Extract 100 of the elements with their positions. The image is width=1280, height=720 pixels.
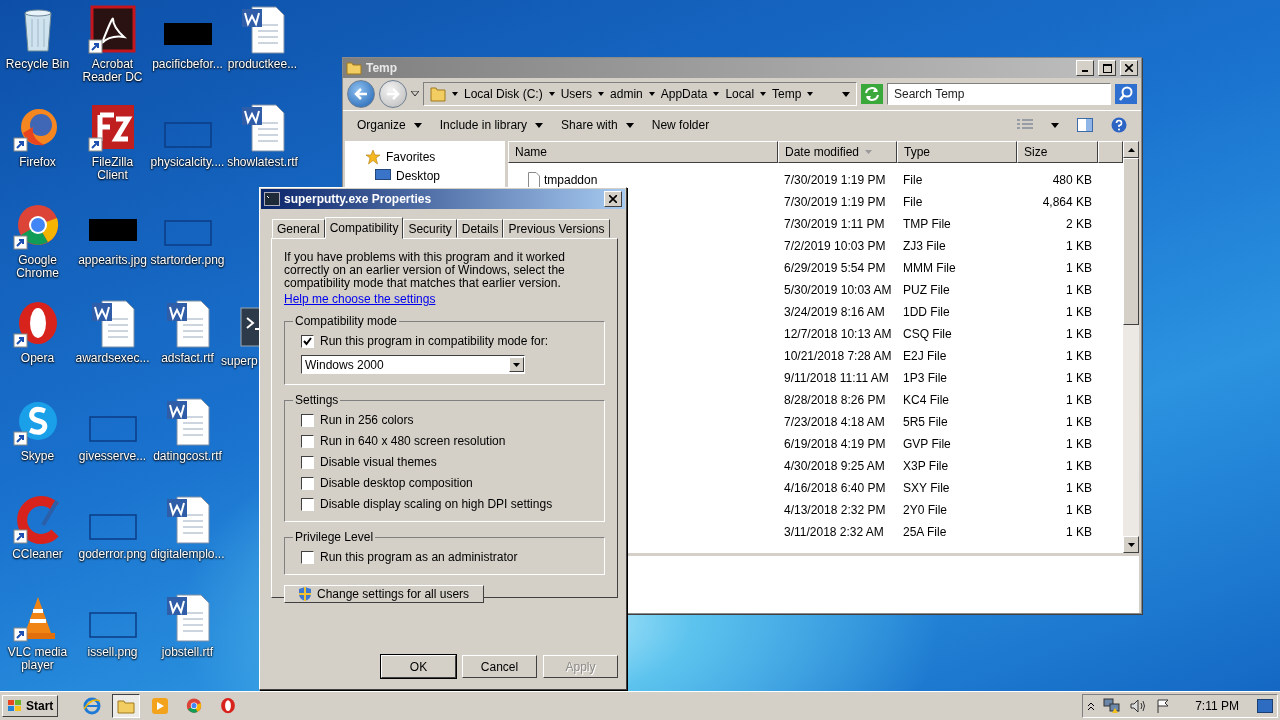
minimize-button[interactable] <box>1076 60 1094 76</box>
toolbar-button[interactable]: Organize <box>357 116 422 134</box>
desktop-icon-label[interactable]: Google Chrome <box>0 254 75 280</box>
dialog-button[interactable]: OK <box>381 655 456 678</box>
nav-item[interactable]: Desktop <box>396 169 441 183</box>
caret-down-icon[interactable] <box>1127 542 1135 547</box>
desktop-icon-label[interactable]: jobstell.rtf <box>161 646 214 659</box>
desktop-icon-label[interactable]: productkee... <box>227 58 298 71</box>
checkbox[interactable] <box>301 476 314 490</box>
toolbar-button[interactable]: New folder <box>651 116 710 134</box>
start-button[interactable]: Start <box>2 695 59 717</box>
desktop-icon-label[interactable]: issell.png <box>87 646 138 659</box>
caret-icon[interactable] <box>807 92 814 96</box>
checkbox-label[interactable]: Run in 640 x 480 screen resolution <box>320 434 506 448</box>
taskbar-button[interactable] <box>112 694 141 718</box>
preview-pane-icon[interactable] <box>1077 118 1093 132</box>
desktop-icon-label[interactable]: appearits.jpg <box>78 254 147 267</box>
checkbox-label[interactable]: Disable desktop composition <box>320 476 473 490</box>
search-field[interactable]: Search Temp <box>887 83 1111 105</box>
tab[interactable]: Previous Versions <box>503 219 610 238</box>
checkbox-label[interactable]: Run this program in compatibility mode for: <box>320 334 549 348</box>
desktop-icon-label[interactable]: VLC media player <box>0 646 75 672</box>
caret-icon[interactable] <box>842 91 850 97</box>
column-header[interactable]: Size <box>1017 141 1098 163</box>
scrollbar[interactable] <box>1123 141 1139 553</box>
checkbox-label[interactable]: Run this program as an administrator <box>320 550 518 564</box>
breadcrumb[interactable]: admin <box>610 87 643 101</box>
maximize-button[interactable] <box>1098 60 1116 76</box>
caret-icon[interactable] <box>1051 122 1059 128</box>
breadcrumb[interactable]: AppData <box>660 87 708 101</box>
breadcrumb[interactable]: Users <box>560 87 593 101</box>
file-name[interactable]: tmpaddon <box>544 173 598 187</box>
toolbar-button[interactable]: Include in library <box>439 116 544 134</box>
desktop-icon-label[interactable]: digitalemplo... <box>150 548 225 561</box>
help-icon[interactable] <box>1111 117 1127 133</box>
caret-icon[interactable] <box>648 92 655 96</box>
caret-icon[interactable] <box>598 92 605 96</box>
change-settings-button[interactable]: Change settings for all users <box>284 585 485 603</box>
caret-icon[interactable] <box>760 92 767 96</box>
mode-dropdown[interactable]: Windows 2000 <box>301 355 525 374</box>
desktop-icon-label[interactable]: physicalcity.... <box>150 156 225 169</box>
desktop-icon-label[interactable]: superp <box>221 355 258 368</box>
desktop-icon-label[interactable]: Skype <box>20 450 55 463</box>
checkbox[interactable] <box>301 550 314 564</box>
tab[interactable]: General <box>272 219 325 238</box>
network-icon[interactable] <box>1103 698 1122 714</box>
checkbox-label[interactable]: Disable display scaling on high DPI settings <box>320 497 553 511</box>
acrobat-icon[interactable] <box>87 5 138 55</box>
desktop-icon-label[interactable]: goderror.png <box>78 548 147 561</box>
column-header[interactable]: Date modified <box>778 141 897 163</box>
desktop-icon-label[interactable]: Acrobat Reader DC <box>75 58 150 84</box>
speaker-icon[interactable] <box>1129 698 1148 714</box>
close-button[interactable] <box>604 191 622 207</box>
checkbox-label[interactable]: Run in 256 colors <box>320 413 414 427</box>
breadcrumb[interactable]: Temp <box>772 87 802 101</box>
chevron-up-icon[interactable] <box>1087 701 1096 711</box>
refresh-icon[interactable] <box>861 84 883 104</box>
caret-icon[interactable] <box>548 92 555 96</box>
dialog-button[interactable]: Cancel <box>462 655 537 678</box>
close-button[interactable] <box>1120 60 1138 76</box>
checkbox[interactable] <box>301 434 314 448</box>
breadcrumb[interactable]: Local Disk (C:) <box>464 87 543 101</box>
desktop-icon-label[interactable]: FileZilla Client <box>75 156 150 182</box>
desktop-icon-label[interactable]: Recycle Bin <box>5 58 70 71</box>
caret-icon[interactable] <box>411 91 419 97</box>
tab[interactable]: Compatibility <box>324 217 404 239</box>
checkbox[interactable] <box>301 413 314 427</box>
checkbox[interactable] <box>301 455 314 469</box>
desktop-icon-label[interactable]: datingcost.rtf <box>153 450 222 463</box>
desktop-icon-label[interactable]: CCleaner <box>12 548 63 561</box>
toolbar-button[interactable]: Share with <box>561 116 634 134</box>
clock[interactable]: 7:11 PM <box>1179 699 1249 713</box>
desktop-icon-label[interactable]: awardsexec... <box>75 352 150 365</box>
close-icon <box>609 195 617 203</box>
column-header[interactable]: Type <box>897 141 1017 163</box>
tab[interactable]: Details <box>456 219 504 238</box>
forward-button[interactable] <box>379 80 407 108</box>
desktop-icon-label[interactable]: showlatest.rtf <box>227 156 298 169</box>
date-cell-text: 8/28/2018 8:26 PM <box>783 393 887 407</box>
caret-up-icon[interactable] <box>1127 147 1135 152</box>
desktop-icon-label[interactable]: pacificbefor... <box>152 58 223 71</box>
desktop-icon-label[interactable]: Opera <box>20 352 55 365</box>
date-cell-text: 3/24/2019 8:16 AM <box>783 305 886 319</box>
desktop-icon-label[interactable]: givesserve... <box>78 450 147 463</box>
tab[interactable]: Security <box>403 219 457 238</box>
search-icon[interactable] <box>1115 84 1137 104</box>
caret-icon[interactable] <box>452 92 458 96</box>
breadcrumb[interactable]: Local <box>725 87 755 101</box>
caret-icon[interactable] <box>713 92 720 96</box>
back-button[interactable] <box>347 80 375 108</box>
desktop-icon-label[interactable]: adsfact.rtf <box>161 352 214 365</box>
checkbox[interactable] <box>301 334 314 348</box>
column-header[interactable]: Name <box>508 141 778 163</box>
nav-item[interactable]: Favorites <box>386 150 436 164</box>
desktop-icon-label[interactable]: startorder.png <box>150 254 225 267</box>
address-bar[interactable]: Local Disk (C:) Users admin AppData Local Temp <box>423 82 857 106</box>
checkbox[interactable] <box>301 497 314 511</box>
desktop-icon-label[interactable]: Firefox <box>19 156 56 169</box>
checkbox-label[interactable]: Disable visual themes <box>320 455 437 469</box>
help-link[interactable]: Help me choose the settings <box>284 292 605 306</box>
